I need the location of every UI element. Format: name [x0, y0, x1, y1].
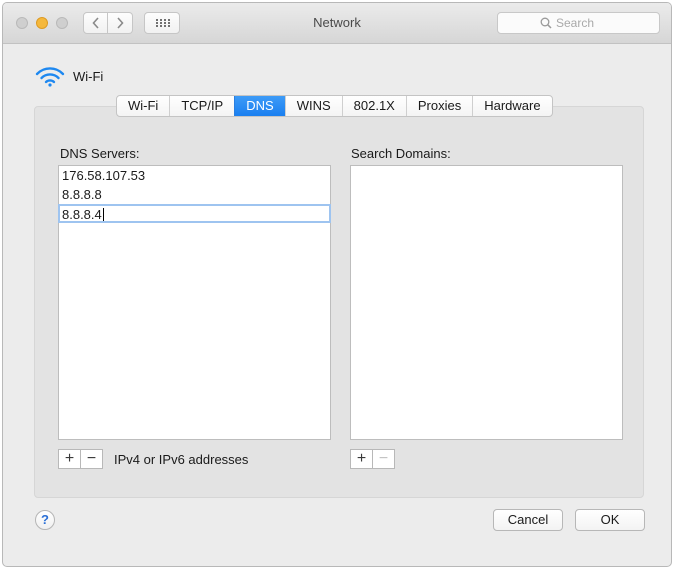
search-icon — [540, 17, 552, 29]
tab-bar: Wi-Fi TCP/IP DNS WINS 802.1X Proxies Har… — [116, 95, 553, 117]
tab-wins[interactable]: WINS — [284, 96, 342, 116]
ok-button[interactable]: OK — [575, 509, 645, 531]
dns-server-row[interactable]: 8.8.8.8 — [59, 185, 330, 204]
dns-servers-label: DNS Servers: — [60, 146, 140, 161]
tab-proxies[interactable]: Proxies — [405, 96, 472, 116]
network-window: Network Search Wi-Fi DNS Servers: 176.58… — [2, 2, 672, 567]
remove-dns-server-button[interactable]: − — [80, 450, 102, 468]
help-button[interactable]: ? — [35, 510, 55, 530]
dns-add-remove-control: + − — [58, 449, 103, 469]
text-cursor — [102, 208, 104, 221]
search-domains-list[interactable] — [350, 165, 623, 440]
search-domains-label: Search Domains: — [351, 146, 451, 161]
search-placeholder: Search — [556, 16, 595, 30]
remove-search-domain-button[interactable]: − — [372, 450, 394, 468]
title-bar: Network Search — [3, 3, 671, 44]
interface-name: Wi-Fi — [73, 69, 104, 84]
wifi-icon — [35, 67, 65, 87]
domains-add-remove-control: + − — [350, 449, 395, 469]
search-field[interactable]: Search — [497, 12, 660, 34]
tab-wi-fi[interactable]: Wi-Fi — [117, 96, 169, 116]
tab-tcp-ip[interactable]: TCP/IP — [169, 96, 234, 116]
tab-802-1x[interactable]: 802.1X — [341, 96, 406, 116]
dns-servers-list[interactable]: 176.58.107.53 8.8.8.8 8.8.8.4 — [58, 165, 331, 440]
dns-address-hint: IPv4 or IPv6 addresses — [114, 452, 249, 467]
add-dns-server-button[interactable]: + — [59, 450, 80, 468]
tab-dns[interactable]: DNS — [234, 96, 285, 116]
cancel-button[interactable]: Cancel — [493, 509, 563, 531]
dns-server-edit-field[interactable]: 8.8.8.4 — [58, 204, 331, 223]
dns-server-edit-text: 8.8.8.4 — [62, 207, 102, 222]
dns-server-row[interactable]: 176.58.107.53 — [59, 166, 330, 185]
settings-panel: DNS Servers: 176.58.107.53 8.8.8.8 8.8.8… — [34, 106, 644, 498]
add-search-domain-button[interactable]: + — [351, 450, 372, 468]
tab-hardware[interactable]: Hardware — [472, 96, 551, 116]
